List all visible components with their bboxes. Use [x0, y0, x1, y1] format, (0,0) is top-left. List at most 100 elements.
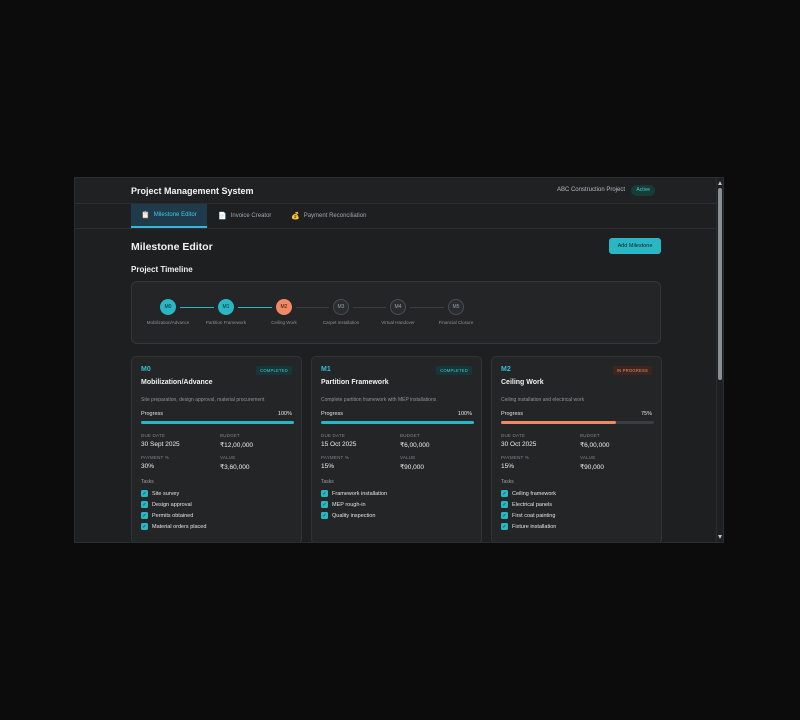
- task-label: Design approval: [152, 501, 192, 508]
- task-item[interactable]: ✓ Quality inspection: [321, 512, 375, 519]
- checkmark-icon[interactable]: ✓: [141, 490, 148, 497]
- milestone-card-m2[interactable]: M2 IN PROGRESS Ceiling Work Ceiling install…: [491, 356, 662, 542]
- milestone-description: Ceiling installation and electrical work: [501, 397, 585, 403]
- task-item[interactable]: ✓ First coat painting: [501, 512, 555, 519]
- payment-value: 15%: [321, 463, 335, 470]
- payment-label: PAYMENT %: [501, 455, 530, 460]
- scroll-thumb[interactable]: [718, 188, 722, 380]
- checkmark-icon[interactable]: ✓: [501, 501, 508, 508]
- task-label: Permits obtained: [152, 512, 194, 519]
- budget-label: BUDGET: [400, 433, 420, 438]
- due-date-label: DUE DATE: [321, 433, 346, 438]
- timeline-label: Partition Framework: [205, 320, 247, 325]
- tab-invoice-creator[interactable]: 📄 Invoice Creator: [218, 204, 271, 228]
- timeline-node-m0[interactable]: M0: [160, 299, 176, 315]
- timeline-node-m1[interactable]: M1: [218, 299, 234, 315]
- value-amount: ₹90,000: [580, 464, 605, 471]
- tab-milestone-editor[interactable]: 📋 Milestone Editor: [131, 204, 207, 228]
- app-window: Project Management System ABC Constructi…: [74, 177, 724, 543]
- checkmark-icon[interactable]: ✓: [321, 501, 328, 508]
- timeline-node-m2[interactable]: M2: [276, 299, 292, 315]
- timeline-node-m4[interactable]: M4: [390, 299, 406, 315]
- task-label: MEP rough-in: [332, 501, 366, 508]
- scroll-up-icon[interactable]: [718, 181, 722, 185]
- task-item[interactable]: ✓ Ceiling framework: [501, 490, 556, 497]
- scrollbar[interactable]: [716, 178, 723, 542]
- timeline-title: Project Timeline: [131, 265, 193, 274]
- task-item[interactable]: ✓ Design approval: [141, 501, 192, 508]
- timeline-label: Mobilization/Advance: [146, 320, 190, 325]
- tab-payment-reconciliation[interactable]: 💰 Payment Reconciliation: [291, 204, 366, 228]
- task-item[interactable]: ✓ MEP rough-in: [321, 501, 366, 508]
- timeline-label: Carpet Installation: [322, 320, 360, 325]
- checkmark-icon[interactable]: ✓: [501, 490, 508, 497]
- status-badge: IN PROGRESS: [612, 366, 652, 375]
- task-label: First coat painting: [512, 512, 556, 519]
- value-label: VALUE: [220, 455, 236, 460]
- progress-fill: [141, 421, 294, 424]
- task-item[interactable]: ✓ Permits obtained: [141, 512, 193, 519]
- milestone-code: M0: [141, 366, 151, 373]
- milestone-code: M2: [501, 366, 511, 373]
- add-milestone-button[interactable]: Add Milestone: [609, 238, 661, 254]
- timeline-node-m3[interactable]: M3: [333, 299, 349, 315]
- checkmark-icon[interactable]: ✓: [321, 512, 328, 519]
- tasks-label: Tasks: [141, 479, 154, 485]
- milestone-name: Partition Framework: [321, 379, 389, 386]
- value-amount: ₹90,000: [400, 464, 425, 471]
- checkmark-icon[interactable]: ✓: [501, 512, 508, 519]
- milestone-name: Mobilization/Advance: [141, 379, 213, 386]
- budget-label: BUDGET: [220, 433, 240, 438]
- progress-label: Progress: [501, 411, 524, 417]
- checkmark-icon[interactable]: ✓: [141, 501, 148, 508]
- progress-fill: [501, 421, 616, 424]
- milestone-name: Ceiling Work: [501, 379, 544, 386]
- milestone-code: M1: [321, 366, 331, 373]
- tasks-label: Tasks: [321, 479, 334, 485]
- payment-value: 30%: [141, 463, 155, 470]
- checkmark-icon[interactable]: ✓: [141, 523, 148, 530]
- timeline-label: Ceiling Work: [271, 320, 297, 325]
- payment-value: 15%: [501, 463, 515, 470]
- task-item[interactable]: ✓ Electrical panels: [501, 501, 552, 508]
- due-date-label: DUE DATE: [141, 433, 166, 438]
- milestone-card-m0[interactable]: M0 COMPLETED Mobilization/Advance Site prep…: [131, 356, 302, 542]
- task-label: Framework installation: [332, 490, 388, 497]
- progress-value: 75%: [640, 411, 652, 417]
- checkmark-icon[interactable]: ✓: [141, 512, 148, 519]
- task-label: Material orders placed: [152, 523, 207, 530]
- app-header: Project Management System ABC Constructi…: [75, 178, 718, 204]
- due-date-value: 30 Oct 2025: [501, 441, 537, 448]
- checkmark-icon[interactable]: ✓: [321, 490, 328, 497]
- task-label: Fixture installation: [512, 523, 557, 530]
- progress-bar: [141, 421, 294, 424]
- task-item[interactable]: ✓ Site survey: [141, 490, 179, 497]
- tab-bar: 📋 Milestone Editor 📄 Invoice Creator 💰 P…: [75, 204, 718, 229]
- timeline-label: Financial Closure: [438, 320, 474, 325]
- timeline-connector: [353, 307, 386, 308]
- checkmark-icon[interactable]: ✓: [501, 523, 508, 530]
- tasks-label: Tasks: [501, 479, 514, 485]
- payment-label: PAYMENT %: [321, 455, 350, 460]
- timeline-connector: [296, 307, 329, 308]
- task-item[interactable]: ✓ Framework installation: [321, 490, 387, 497]
- task-item[interactable]: ✓ Material orders placed: [141, 523, 206, 530]
- due-date-value: 15 Oct 2025: [321, 441, 357, 448]
- task-label: Quality inspection: [332, 512, 376, 519]
- status-badge: COMPLETED: [256, 366, 292, 375]
- progress-value: 100%: [457, 411, 472, 417]
- budget-value: ₹6,00,000: [400, 442, 430, 449]
- page-title: Milestone Editor: [131, 241, 213, 253]
- milestone-description: Complete partition framework with MEP in…: [321, 397, 437, 403]
- file-icon: 📄: [218, 213, 227, 220]
- progress-label: Progress: [321, 411, 344, 417]
- timeline-connector: [238, 307, 272, 308]
- milestone-card-m1[interactable]: M1 COMPLETED Partition Framework Complete p…: [311, 356, 482, 542]
- progress-label: Progress: [141, 411, 164, 417]
- task-label: Ceiling framework: [512, 490, 557, 497]
- task-item[interactable]: ✓ Fixture installation: [501, 523, 556, 530]
- budget-value: ₹6,00,000: [580, 442, 610, 449]
- timeline-node-m5[interactable]: M5: [448, 299, 464, 315]
- progress-value: 100%: [277, 411, 292, 417]
- scroll-down-icon[interactable]: [718, 535, 722, 539]
